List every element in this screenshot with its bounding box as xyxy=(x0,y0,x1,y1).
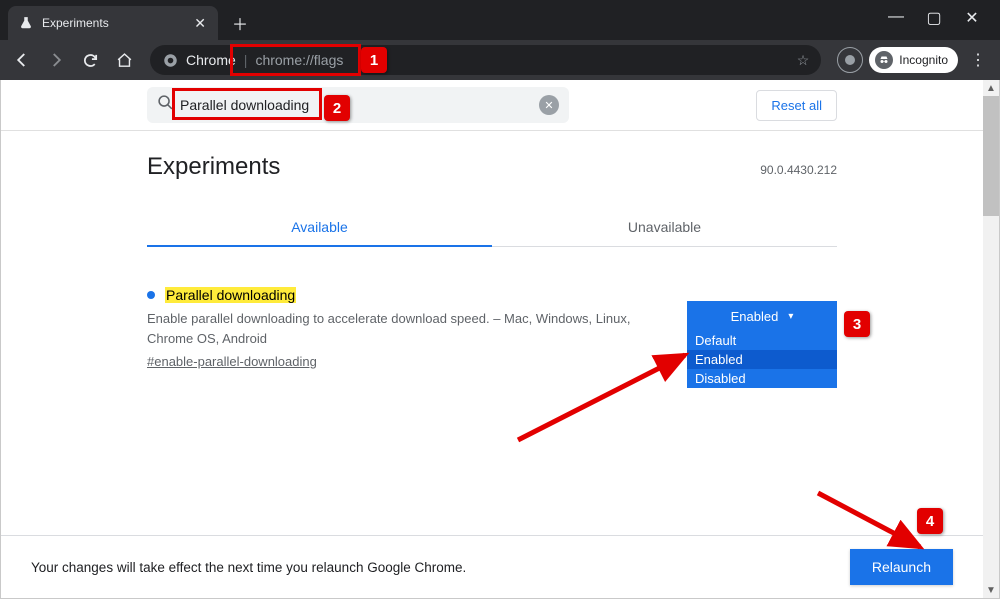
back-button[interactable] xyxy=(8,46,36,74)
flag-select-value: Enabled xyxy=(731,309,779,324)
page-body: Experiments 90.0.4430.212 Available Unav… xyxy=(1,131,983,371)
incognito-chip[interactable]: Incognito xyxy=(869,47,958,73)
flag-info: Parallel downloading Enable parallel dow… xyxy=(147,287,667,371)
flag-select: Enabled ▾ Default Enabled Disabled xyxy=(687,301,837,331)
page-viewport: ▲ ▼ ✕ Reset all Experiments 90.0.4430.21… xyxy=(0,80,1000,599)
browser-toolbar: Chrome | chrome://flags ☆ Incognito ⋮ xyxy=(0,40,1000,80)
search-box: ✕ xyxy=(147,87,569,123)
flag-description: Enable parallel downloading to accelerat… xyxy=(147,309,657,348)
address-bar[interactable]: Chrome | chrome://flags ☆ xyxy=(150,45,821,75)
minimize-button[interactable]: ― xyxy=(886,8,906,28)
window-controls: ― ▢ ✕ xyxy=(868,0,1000,36)
chrome-icon xyxy=(162,52,178,68)
reload-button[interactable] xyxy=(76,46,104,74)
tab-unavailable[interactable]: Unavailable xyxy=(492,209,837,246)
new-tab-button[interactable]: ＋ xyxy=(226,9,254,37)
url-path: chrome://flags xyxy=(255,52,343,68)
scroll-up-arrow[interactable]: ▲ xyxy=(983,80,999,96)
tab-title: Experiments xyxy=(42,16,184,30)
annotation-badge-1: 1 xyxy=(361,47,387,73)
scroll-down-arrow[interactable]: ▼ xyxy=(983,582,999,598)
browser-menu-button[interactable]: ⋮ xyxy=(964,50,992,70)
search-row: ✕ Reset all xyxy=(1,80,983,131)
maximize-button[interactable]: ▢ xyxy=(924,8,944,28)
chevron-down-icon: ▾ xyxy=(788,311,793,322)
option-default[interactable]: Default xyxy=(687,331,837,350)
search-input[interactable] xyxy=(180,87,533,123)
url-separator: | xyxy=(244,52,248,68)
flask-icon xyxy=(18,15,34,31)
version-label: 90.0.4430.212 xyxy=(760,163,837,177)
flag-name: Parallel downloading xyxy=(165,287,296,303)
flag-select-button[interactable]: Enabled ▾ xyxy=(687,301,837,331)
modified-dot-icon xyxy=(147,291,155,299)
relaunch-bar: Your changes will take effect the next t… xyxy=(1,535,983,598)
option-disabled[interactable]: Disabled xyxy=(687,369,837,388)
incognito-icon xyxy=(875,51,893,69)
clear-search-icon[interactable]: ✕ xyxy=(539,95,559,115)
relaunch-message: Your changes will take effect the next t… xyxy=(31,560,466,575)
reset-all-button[interactable]: Reset all xyxy=(756,90,837,121)
forward-button[interactable] xyxy=(42,46,70,74)
annotation-badge-4: 4 xyxy=(917,508,943,534)
incognito-label: Incognito xyxy=(899,53,948,67)
page-header: Experiments 90.0.4430.212 xyxy=(147,153,837,181)
scrollbar-thumb[interactable] xyxy=(983,96,999,216)
tab-available[interactable]: Available xyxy=(147,209,492,247)
annotation-badge-3: 3 xyxy=(844,311,870,337)
bookmark-star-icon[interactable]: ☆ xyxy=(797,52,810,69)
close-tab-icon[interactable]: ✕ xyxy=(192,13,208,34)
tracking-shield-icon[interactable] xyxy=(837,47,863,73)
search-icon xyxy=(157,94,174,116)
annotation-badge-2: 2 xyxy=(324,95,350,121)
home-button[interactable] xyxy=(110,46,138,74)
tab-bar: Available Unavailable xyxy=(147,209,837,247)
flag-hash-link[interactable]: #enable-parallel-downloading xyxy=(147,354,317,369)
close-window-button[interactable]: ✕ xyxy=(962,8,982,28)
vertical-scrollbar[interactable]: ▲ ▼ xyxy=(983,80,999,598)
flags-page: ✕ Reset all Experiments 90.0.4430.212 Av… xyxy=(1,80,983,598)
flag-select-dropdown: Default Enabled Disabled xyxy=(687,331,837,388)
page-title: Experiments xyxy=(147,153,280,181)
option-enabled[interactable]: Enabled xyxy=(687,350,837,369)
relaunch-button[interactable]: Relaunch xyxy=(850,549,953,585)
browser-window: ― ▢ ✕ Experiments ✕ ＋ xyxy=(0,0,1000,599)
flag-item: Parallel downloading Enable parallel dow… xyxy=(147,247,837,371)
browser-tab[interactable]: Experiments ✕ xyxy=(8,6,218,40)
url-protocol-label: Chrome xyxy=(186,52,236,68)
tab-strip: Experiments ✕ ＋ xyxy=(0,0,1000,40)
